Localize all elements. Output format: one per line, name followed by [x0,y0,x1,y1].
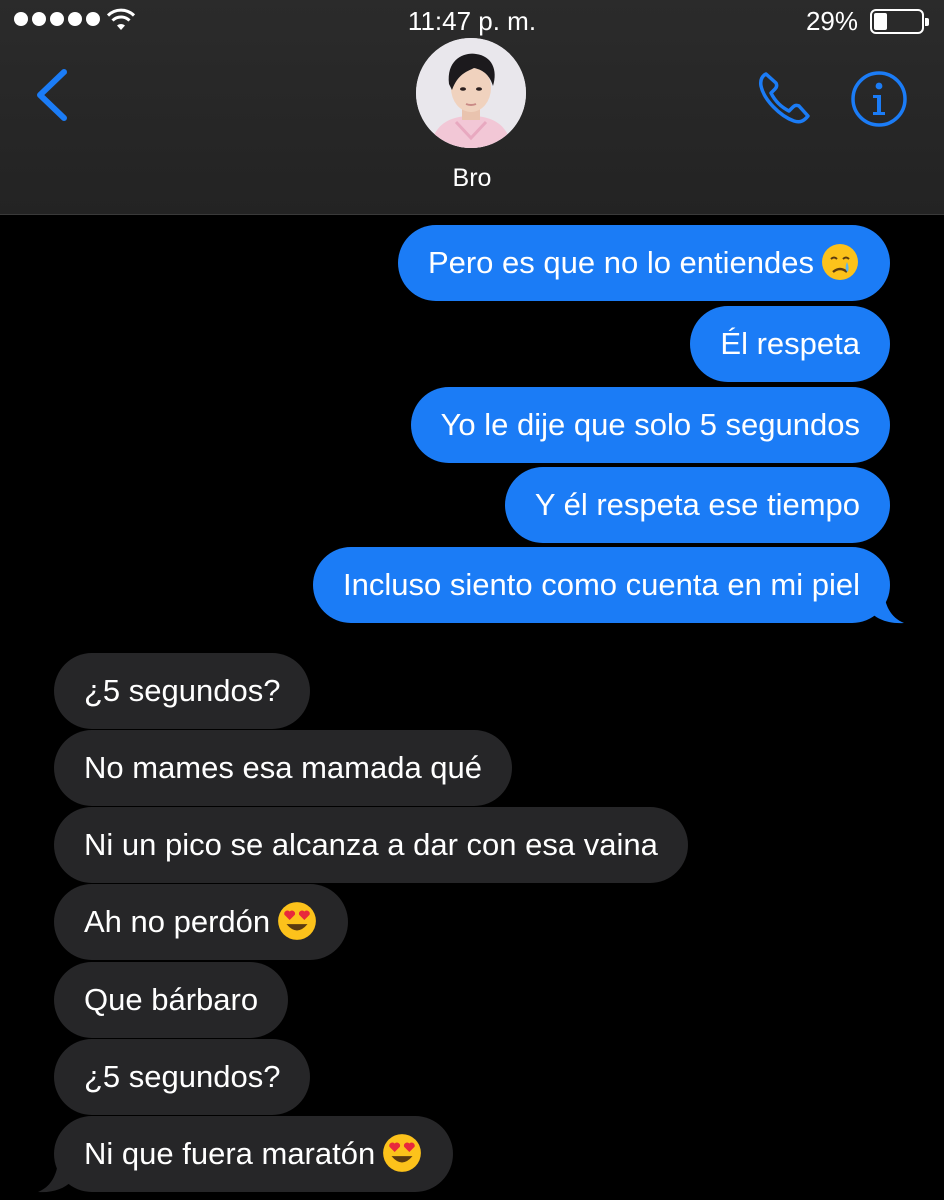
contact-avatar[interactable] [416,38,526,148]
battery-icon [870,9,929,34]
outgoing-bubble-tail [870,594,904,624]
back-chevron-icon[interactable] [30,66,74,124]
message-text: Ah no perdón [84,904,271,939]
heart-eyes-face-icon [383,1133,422,1172]
battery-level [874,13,888,30]
crying-face-icon [822,243,858,280]
battery-percentage: 29% [805,6,858,36]
outgoing-message[interactable]: Él respeta [690,306,890,382]
outgoing-message[interactable]: Pero es que no lo entiendes [397,225,890,301]
heart-eyes-face-icon [278,901,317,940]
status-time: 11:47 p. m. [407,6,537,36]
incoming-message[interactable]: Ni que fuera maratón [54,1116,454,1192]
incoming-message[interactable]: Ah no perdón [54,884,349,960]
outgoing-message[interactable]: Incluso siento como cuenta en mi piel [313,547,890,623]
message-text: Que bárbaro [84,982,259,1017]
message-text: Ni un pico se alcanza a dar con esa vain… [84,827,658,862]
message-text: Incluso siento como cuenta en mi piel [343,567,860,602]
conversation-header: 11:47 p. m. 29% Bro [0,0,944,215]
message-text: Y él respeta ese tiempo [534,487,860,522]
incoming-message[interactable]: Ni un pico se alcanza a dar con esa vain… [54,807,688,883]
incoming-message[interactable]: ¿5 segundos? [54,653,311,729]
info-icon[interactable] [850,70,908,128]
phone-call-icon[interactable] [752,66,816,130]
message-text: No mames esa mamada qué [84,750,483,785]
message-text: Él respeta [720,326,860,361]
incoming-bubble-tail [38,1163,72,1193]
contact-name[interactable]: Bro [0,164,944,193]
message-text: Ni que fuera maratón [84,1136,376,1171]
message-text: ¿5 segundos? [84,1059,281,1094]
message-text: Pero es que no lo entiendes [427,245,814,280]
avatar-portrait-icon [416,38,526,148]
outgoing-message[interactable]: Y él respeta ese tiempo [504,467,890,543]
message-text: ¿5 segundos? [84,673,281,708]
incoming-message[interactable]: No mames esa mamada qué [54,730,513,806]
incoming-message[interactable]: Que bárbaro [54,962,289,1038]
message-thread[interactable]: Pero es que no lo entiendes Él respeta Y… [0,215,944,1200]
outgoing-message[interactable]: Yo le dije que solo 5 segundos [410,387,890,463]
message-text: Yo le dije que solo 5 segundos [440,407,860,442]
incoming-message[interactable]: ¿5 segundos? [54,1039,311,1115]
status-bar: 11:47 p. m. 29% [0,0,944,42]
